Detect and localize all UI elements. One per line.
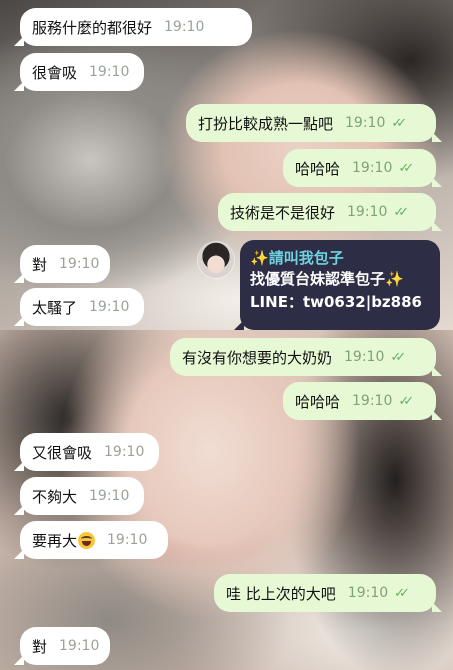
message-incoming[interactable]: 太騷了 19:10	[14, 288, 144, 326]
sparkle-icon: ✨	[385, 270, 404, 288]
message-text: 哇 比上次的大吧	[226, 584, 336, 603]
message-text: 有沒有你想要的大奶奶	[182, 348, 333, 367]
message-time: 19:10	[352, 393, 393, 409]
message-time: 19:10	[59, 638, 100, 654]
message-outgoing[interactable]: 哈哈哈 19:10 ✓✓	[283, 149, 442, 187]
message-time: 19:10	[89, 299, 130, 315]
message-text: 打扮比較成熟一點吧	[198, 114, 334, 133]
message-time: 19:10	[59, 256, 100, 272]
promo-title: ✨請叫我包子	[250, 248, 430, 268]
message-text: 對	[32, 255, 48, 274]
message-outgoing[interactable]: 技術是不是很好 19:10 ✓✓	[218, 193, 442, 231]
read-ticks-icon: ✓✓	[398, 393, 414, 409]
message-outgoing[interactable]: 哈哈哈 19:10 ✓✓	[283, 382, 442, 420]
message-time: 19:10	[89, 488, 130, 504]
message-time: 19:10	[344, 349, 385, 365]
message-text: 太騷了	[32, 298, 78, 317]
message-outgoing[interactable]: 有沒有你想要的大奶奶 19:10 ✓✓	[170, 338, 442, 376]
message-text: 哈哈哈	[295, 392, 341, 411]
message-incoming[interactable]: 很會吸 19:10	[14, 53, 144, 91]
message-incoming[interactable]: 服務什麼的都很好 19:10	[14, 8, 252, 46]
read-ticks-icon: ✓✓	[391, 115, 407, 131]
read-ticks-icon: ✓✓	[398, 160, 414, 176]
message-text: 哈哈哈	[295, 159, 341, 178]
promo-line-1-text: 找優質台妹認準包子	[250, 270, 386, 288]
message-text: 對	[32, 637, 48, 656]
message-incoming[interactable]: 又很會吸 19:10	[14, 433, 159, 471]
message-incoming[interactable]: 不夠大 19:10	[14, 477, 144, 515]
message-text: 又很會吸	[32, 443, 93, 462]
message-incoming[interactable]: 要再大 19:10	[14, 521, 168, 559]
message-incoming[interactable]: 對 19:10	[14, 627, 110, 665]
message-time: 19:10	[347, 585, 389, 601]
message-time: 19:10	[352, 160, 393, 176]
message-time: 19:10	[164, 19, 205, 35]
read-ticks-icon: ✓✓	[394, 585, 410, 601]
laughing-emoji-icon	[78, 531, 96, 549]
message-time: 19:10	[89, 64, 130, 80]
read-ticks-icon: ✓✓	[390, 349, 406, 365]
sparkle-icon: ✨	[250, 249, 269, 267]
promo-card[interactable]: ✨請叫我包子 找優質台妹認準包子✨ LINE：tw0632|bz886	[234, 240, 440, 330]
message-time: 19:10	[345, 115, 386, 131]
avatar[interactable]	[198, 242, 234, 278]
message-time: 19:10	[104, 444, 145, 460]
promo-line-1: 找優質台妹認準包子✨	[250, 268, 430, 291]
message-outgoing[interactable]: 打扮比較成熟一點吧 19:10 ✓✓	[186, 104, 442, 142]
message-outgoing[interactable]: 哇 比上次的大吧 19:10 ✓✓	[214, 574, 442, 612]
message-time: 19:10	[347, 204, 388, 220]
message-text: 技術是不是很好	[230, 203, 336, 222]
message-time: 19:10	[107, 532, 148, 548]
message-text: 不夠大	[32, 487, 78, 506]
message-incoming[interactable]: 對 19:10	[14, 245, 110, 283]
promo-title-text: 請叫我包子	[268, 249, 344, 267]
read-ticks-icon: ✓✓	[393, 204, 409, 220]
promo-line-2: LINE：tw0632|bz886	[250, 293, 422, 311]
message-text: 要再大	[32, 531, 78, 550]
message-text: 服務什麼的都很好	[32, 18, 153, 37]
message-text: 很會吸	[32, 63, 78, 82]
